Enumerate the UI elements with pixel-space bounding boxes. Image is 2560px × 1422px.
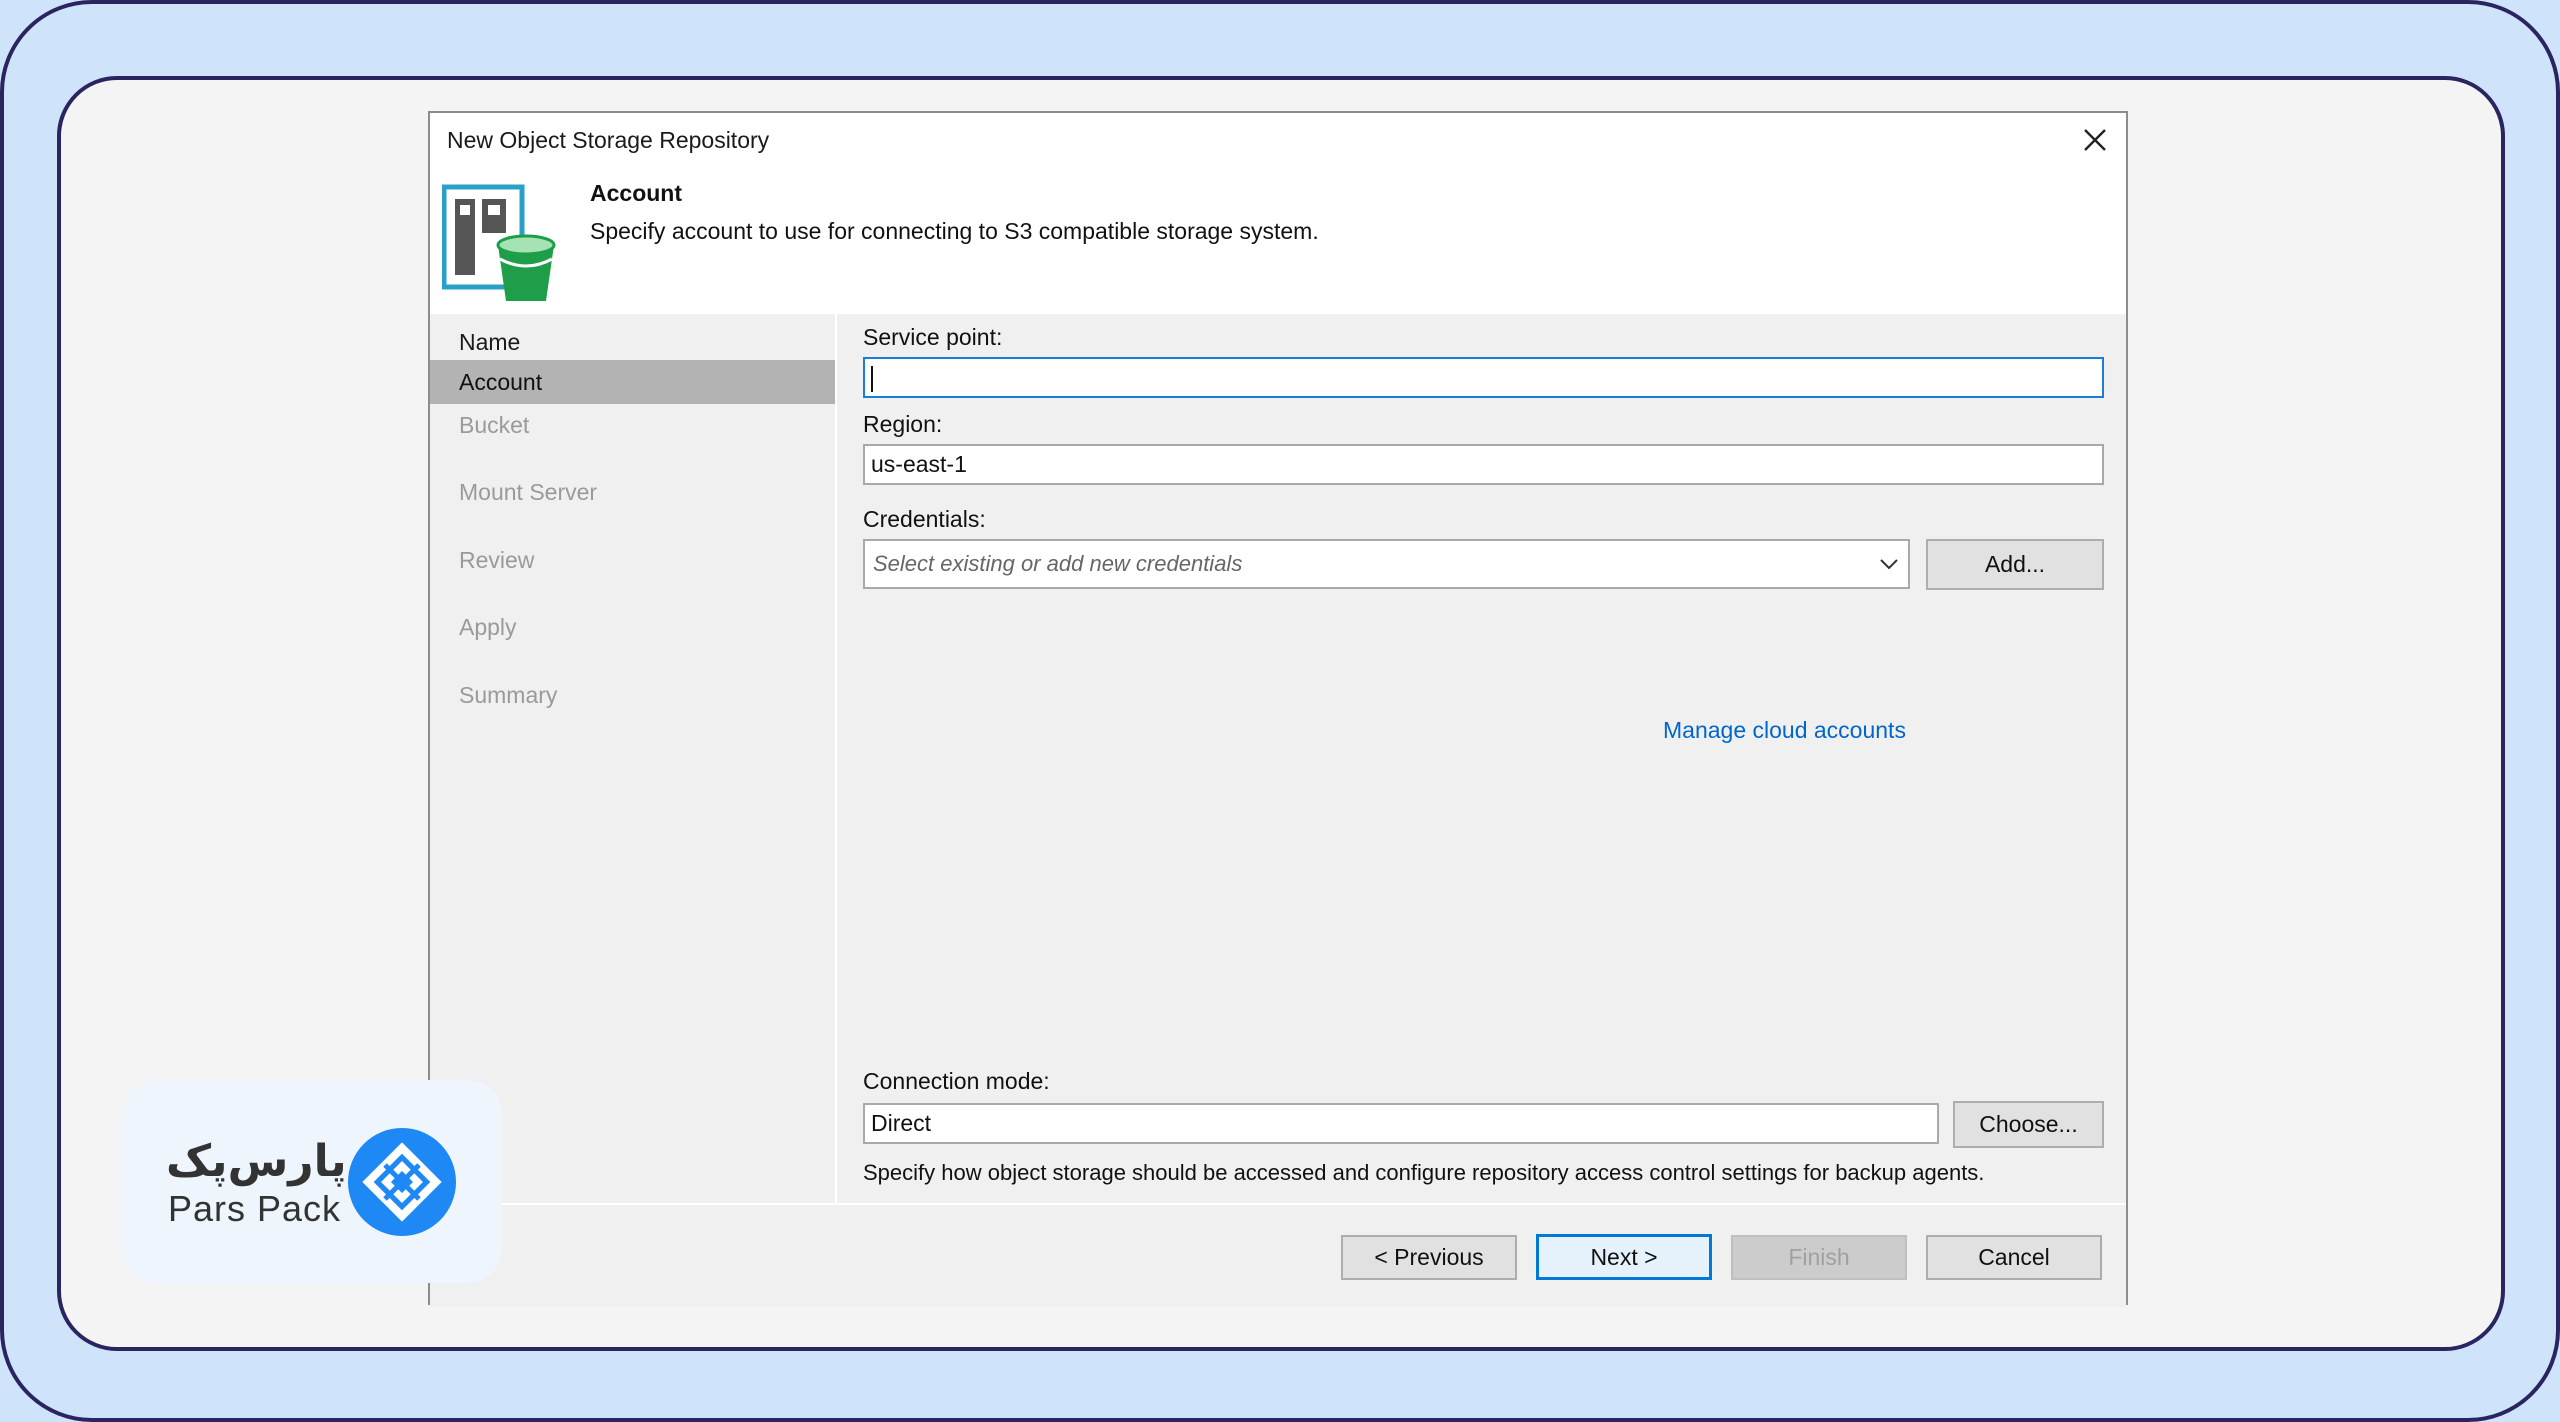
add-credentials-button[interactable]: Add... (1926, 539, 2104, 590)
connection-mode-field: Direct (863, 1103, 1939, 1144)
step-account[interactable]: Account (430, 360, 835, 404)
credentials-dropdown[interactable]: Select existing or add new credentials (863, 539, 1910, 589)
text-caret (871, 366, 873, 392)
step-name[interactable]: Name (430, 320, 835, 364)
credentials-label: Credentials: (863, 506, 986, 532)
step-mount-server[interactable]: Mount Server (430, 470, 835, 514)
step-summary[interactable]: Summary (430, 673, 835, 717)
logo-english-text: Pars Pack (168, 1188, 342, 1229)
chevron-down-icon (1880, 559, 1898, 570)
service-point-input[interactable] (863, 357, 2104, 398)
close-icon (2084, 129, 2106, 151)
cancel-button[interactable]: Cancel (1926, 1235, 2102, 1280)
previous-button[interactable]: < Previous (1341, 1235, 1517, 1280)
connection-mode-hint: Specify how object storage should be acc… (863, 1160, 1985, 1185)
close-button[interactable] (2078, 123, 2112, 157)
wizard-steps-sidebar: Name Account Bucket Mount Server Review … (430, 314, 837, 1203)
dialog-title: New Object Storage Repository (447, 127, 770, 153)
finish-button: Finish (1731, 1235, 1907, 1280)
parspack-logo-icon (348, 1128, 456, 1236)
step-description: Specify account to use for connecting to… (590, 218, 1319, 244)
logo-persian-text: پارس‌پک (166, 1136, 347, 1187)
region-input[interactable]: us-east-1 (863, 444, 2104, 485)
credentials-placeholder: Select existing or add new credentials (873, 551, 1243, 576)
step-title: Account (590, 180, 682, 206)
new-object-storage-dialog: New Object Storage Repository Account Sp… (428, 111, 2128, 1307)
step-review[interactable]: Review (430, 538, 835, 582)
dialog-header: New Object Storage Repository Account Sp… (430, 113, 2126, 314)
next-button[interactable]: Next > (1536, 1234, 1712, 1280)
choose-connection-mode-button[interactable]: Choose... (1953, 1101, 2104, 1148)
step-apply[interactable]: Apply (430, 605, 835, 649)
object-storage-bucket-icon (442, 184, 556, 301)
account-form: Service point: Region: us-east-1 Credent… (837, 314, 2126, 1203)
service-point-label: Service point: (863, 324, 1003, 350)
region-label: Region: (863, 411, 943, 437)
dialog-footer: < Previous Next > Finish Cancel (430, 1203, 2126, 1307)
step-bucket[interactable]: Bucket (430, 403, 835, 447)
parspack-logo-card: پارس‌پک Pars Pack (122, 1080, 502, 1283)
connection-mode-label: Connection mode: (863, 1068, 1050, 1094)
manage-cloud-accounts-link[interactable]: Manage cloud accounts (1663, 717, 1906, 744)
